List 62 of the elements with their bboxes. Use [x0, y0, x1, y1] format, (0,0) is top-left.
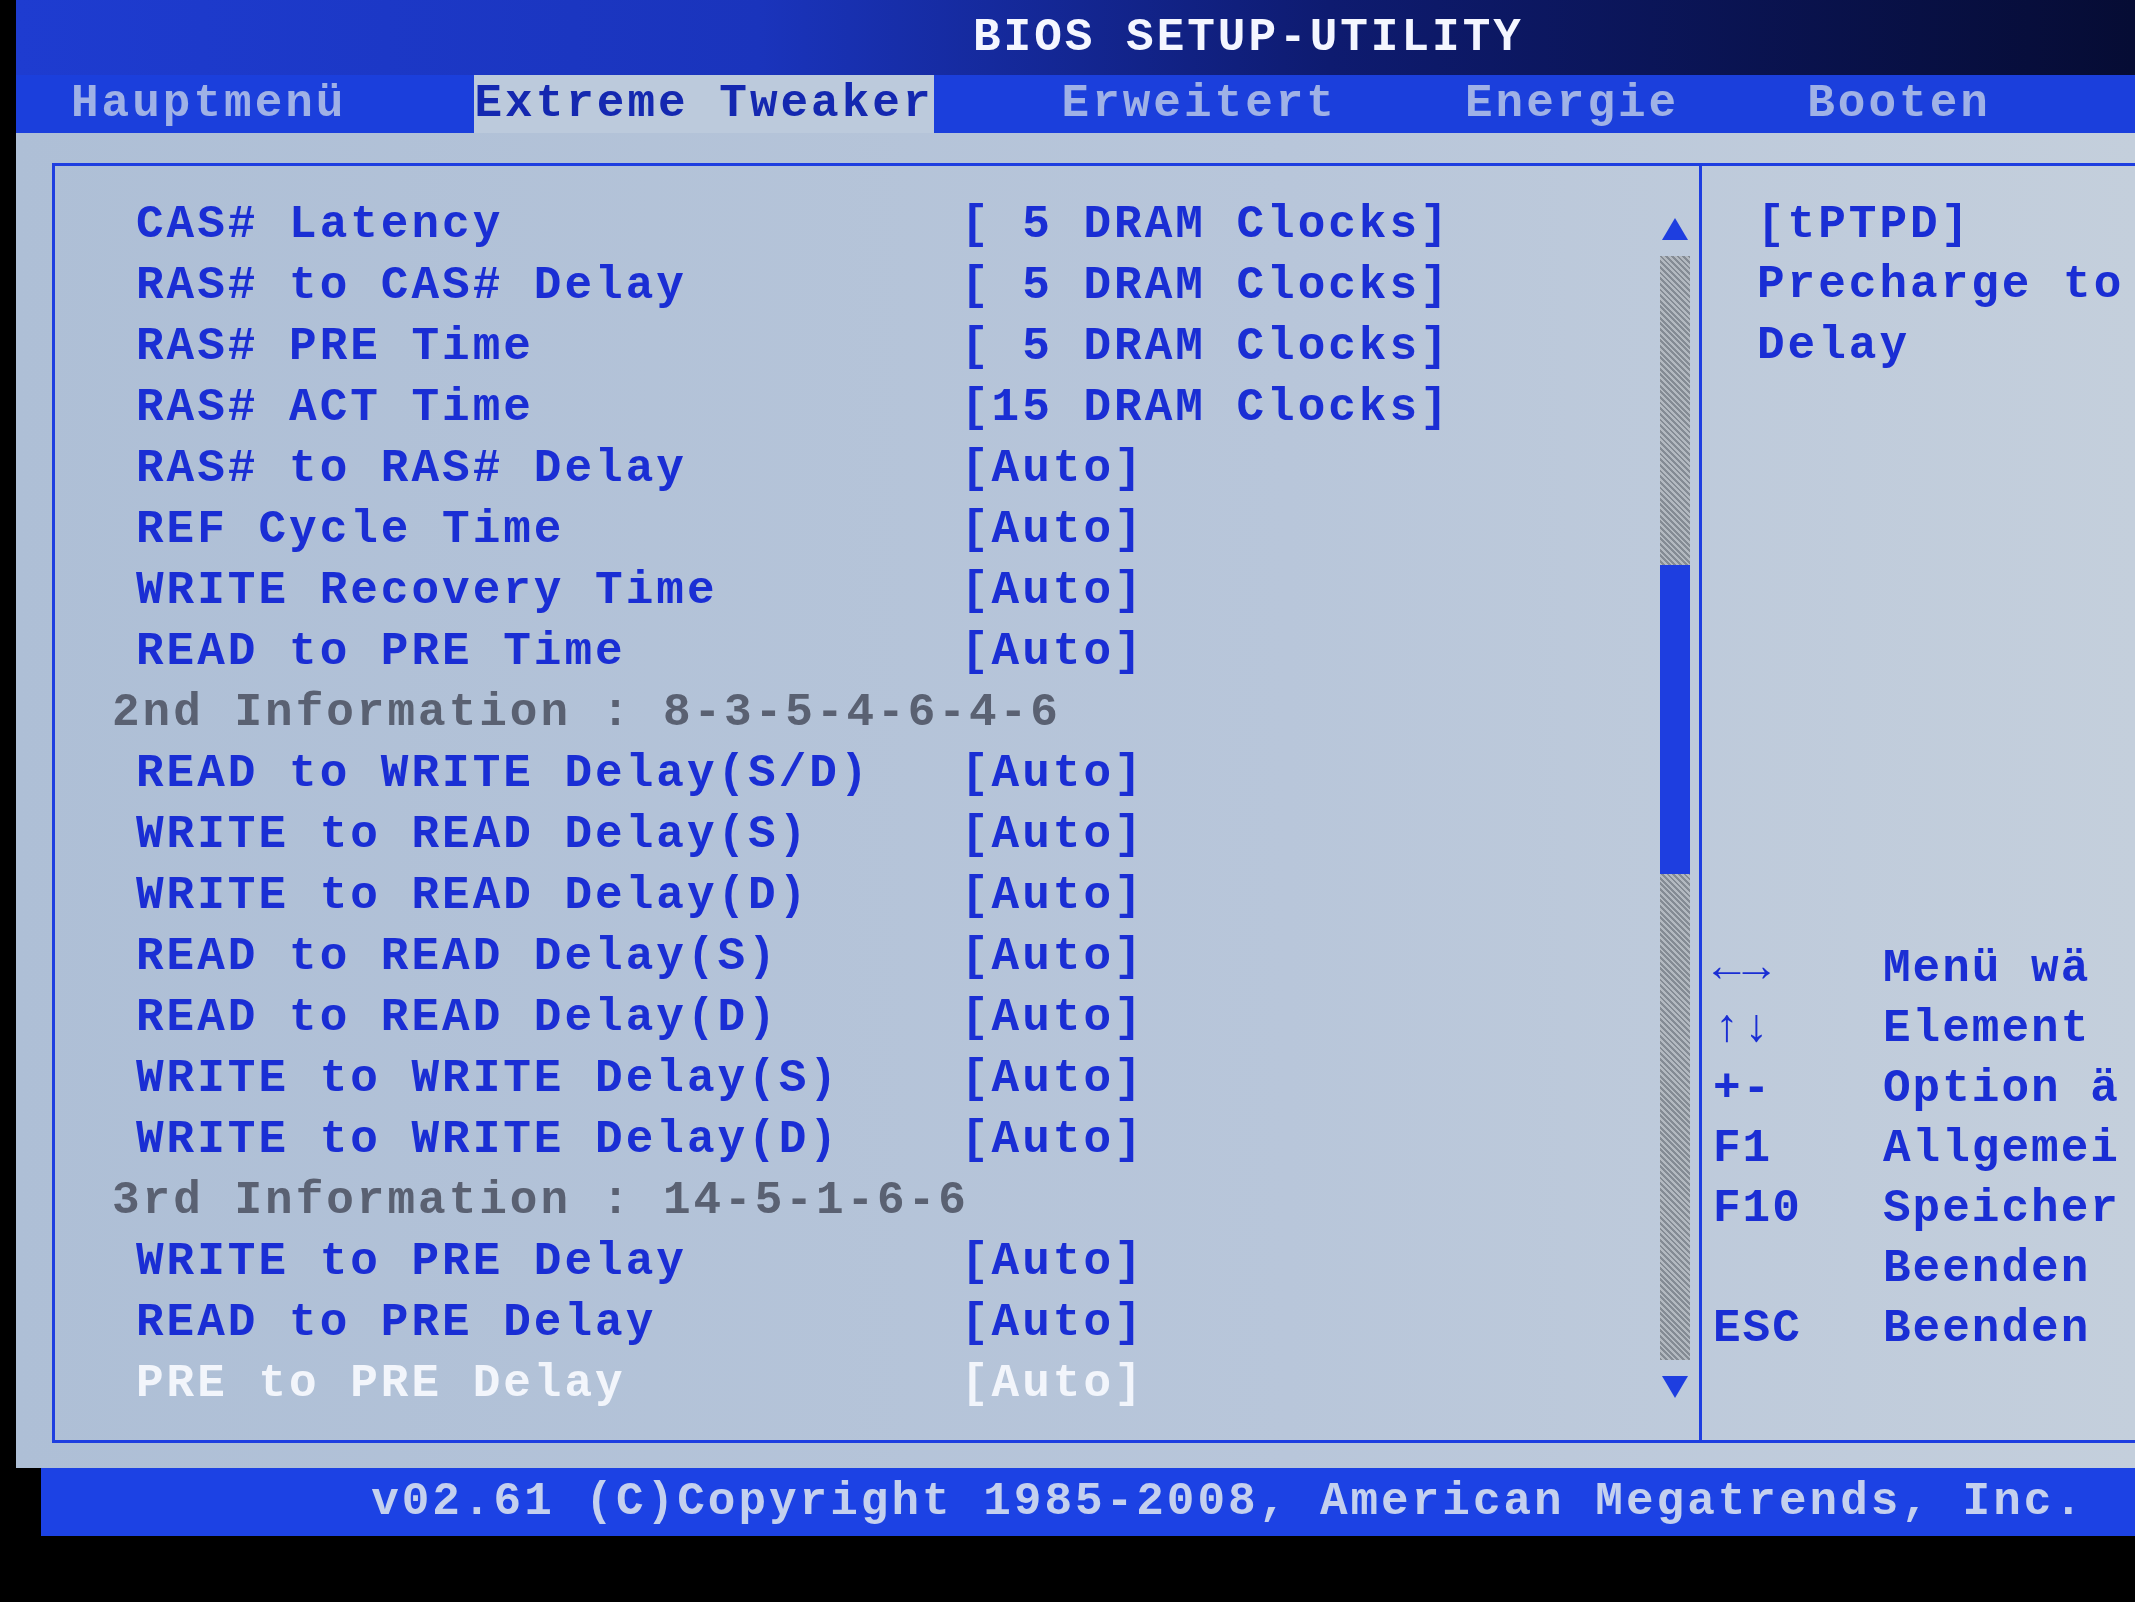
setting-label[interactable]: READ to READ Delay(S)	[55, 933, 961, 980]
key-label: F10	[1713, 1183, 1802, 1235]
key-action-text: Option ä	[1883, 1066, 2120, 1112]
key-action-text: Element	[1883, 1006, 2091, 1052]
setting-value[interactable]: [Auto]	[961, 933, 1145, 980]
key-action-text: Beenden	[1883, 1246, 2091, 1292]
setting-value[interactable]: [Auto]	[961, 750, 1145, 797]
key-label: ←→	[1713, 943, 1773, 995]
setting-label[interactable]: CAS# Latency	[55, 201, 961, 248]
setting-value[interactable]: [ 5 DRAM Clocks]	[961, 323, 1451, 370]
key-action-text: Menü wä	[1883, 946, 2091, 992]
key-label: +-	[1713, 1063, 1773, 1115]
window-title: BIOS SETUP-UTILITY	[973, 14, 1524, 61]
copyright-text: v02.61 (C)Copyright 1985-2008, American Megatrends, Inc.	[371, 1479, 2085, 1525]
setting-label[interactable]: WRITE to WRITE Delay(D)	[55, 1116, 961, 1163]
menu-tab[interactable]: Hauptmenü	[71, 75, 347, 133]
setting-value[interactable]: [Auto]	[961, 1238, 1145, 1285]
key-label: ESC	[1713, 1303, 1802, 1355]
scrollbar-track[interactable]	[1660, 256, 1690, 1360]
help-text: Precharge to Delay	[1757, 258, 2126, 374]
setting-label[interactable]: REF Cycle Time	[55, 506, 961, 553]
setting-label[interactable]: WRITE to READ Delay(S)	[55, 811, 961, 858]
menu-tab[interactable]: Extreme Tweaker	[474, 75, 934, 133]
key-action-text: Beenden	[1883, 1306, 2091, 1352]
setting-label[interactable]: WRITE to PRE Delay	[55, 1238, 961, 1285]
info-text: 3rd Information : 14-5-1-6-6	[111, 1177, 969, 1224]
scroll-up-arrow-icon[interactable]	[1662, 218, 1688, 240]
setting-value[interactable]: [15 DRAM Clocks]	[961, 384, 1451, 431]
setting-label[interactable]: RAS# PRE Time	[55, 323, 961, 370]
scroll-down-arrow-icon[interactable]	[1662, 1376, 1688, 1398]
help-title: [tPTPD]	[1756, 197, 1973, 253]
key-action-text: Speicher	[1883, 1186, 2120, 1232]
setting-label[interactable]: RAS# to CAS# Delay	[55, 262, 961, 309]
setting-value[interactable]: [Auto]	[961, 445, 1145, 492]
setting-value[interactable]: [Auto]	[961, 506, 1145, 553]
setting-value[interactable]: [ 5 DRAM Clocks]	[961, 262, 1451, 309]
setting-label[interactable]: WRITE Recovery Time	[55, 567, 961, 614]
setting-label[interactable]: WRITE to READ Delay(D)	[55, 872, 961, 919]
menu-tab[interactable]: Erweitert	[1061, 75, 1337, 133]
setting-value[interactable]: [Auto]	[961, 872, 1145, 919]
key-label: F1	[1713, 1123, 1773, 1175]
setting-label[interactable]: RAS# ACT Time	[55, 384, 961, 431]
info-text: 2nd Information : 8-3-5-4-6-4-6	[111, 689, 1061, 736]
setting-value[interactable]: [ 5 DRAM Clocks]	[961, 201, 1451, 248]
setting-value[interactable]: [Auto]	[961, 567, 1145, 614]
key-action-text: Allgemei	[1883, 1126, 2120, 1172]
menu-tab[interactable]: Booten	[1807, 75, 1991, 133]
setting-label[interactable]: READ to PRE Delay	[55, 1299, 961, 1346]
setting-label[interactable]: RAS# to RAS# Delay	[55, 445, 961, 492]
setting-value[interactable]: [Auto]	[961, 1299, 1145, 1346]
setting-value[interactable]: [Auto]	[961, 994, 1145, 1041]
scrollbar-thumb[interactable]	[1660, 565, 1690, 875]
setting-value[interactable]: [Auto]	[961, 811, 1145, 858]
setting-label[interactable]: WRITE to WRITE Delay(S)	[55, 1055, 961, 1102]
setting-value[interactable]: [Auto]	[961, 1116, 1145, 1163]
setting-label[interactable]: READ to READ Delay(D)	[55, 994, 961, 1041]
menu-tab[interactable]: Energie	[1465, 75, 1680, 133]
setting-value[interactable]: [Auto]	[961, 1055, 1145, 1102]
setting-label[interactable]: READ to WRITE Delay(S/D)	[55, 750, 961, 797]
setting-label[interactable]: READ to PRE Time	[55, 628, 961, 675]
setting-value[interactable]: [Auto]	[961, 628, 1145, 675]
key-label: ↑↓	[1713, 1003, 1773, 1055]
